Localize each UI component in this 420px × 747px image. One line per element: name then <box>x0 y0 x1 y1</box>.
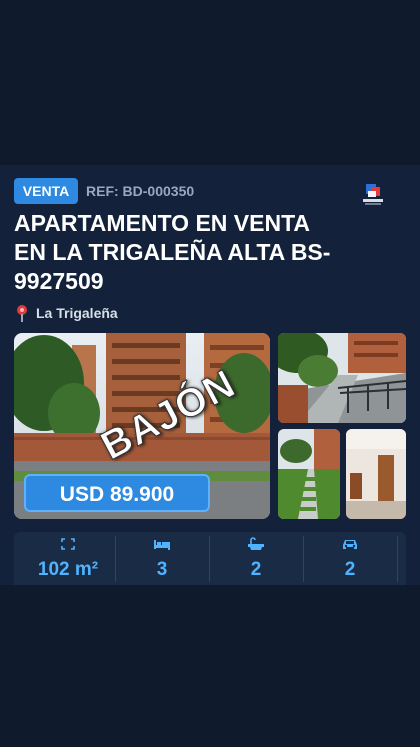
feature-parking: 2 <box>301 532 399 585</box>
bedrooms-value: 3 <box>156 559 168 580</box>
thumbnail-photo[interactable] <box>346 429 406 519</box>
area-value: 102 m² <box>37 559 99 580</box>
feature-bedrooms: 3 <box>113 532 211 585</box>
location-label: La Trigaleña <box>36 305 118 321</box>
thumbnail-photo[interactable] <box>278 333 406 423</box>
features-bar: 102 m² 3 2 2 <box>14 532 406 585</box>
parking-value: 2 <box>344 559 356 580</box>
bed-icon <box>154 540 170 550</box>
listing-title[interactable]: APARTAMENTO EN VENTA EN LA TRIGALEÑA ALT… <box>14 209 344 296</box>
bathrooms-value: 2 <box>250 559 262 580</box>
garden-photo <box>278 429 340 519</box>
divider <box>397 536 398 582</box>
sale-type-badge: VENTA <box>14 178 78 204</box>
price-tag: USD 89.900 <box>24 474 210 512</box>
thumbnail-photo[interactable] <box>278 429 340 519</box>
location: La Trigaleña <box>14 303 118 323</box>
car-icon <box>343 540 357 549</box>
map-pin-icon <box>17 305 27 322</box>
reference-code: REF: BD-000350 <box>86 183 195 199</box>
listing-card[interactable]: VENTA REF: BD-000350 APARTAMENTO EN VENT… <box>0 165 420 585</box>
agency-logo-icon <box>363 184 383 205</box>
area-icon <box>61 538 75 550</box>
bathtub-icon <box>248 537 264 550</box>
walkway-photo <box>278 333 406 423</box>
feature-area: 102 m² <box>19 532 117 585</box>
interior-photo <box>346 429 406 519</box>
feature-bathrooms: 2 <box>207 532 305 585</box>
